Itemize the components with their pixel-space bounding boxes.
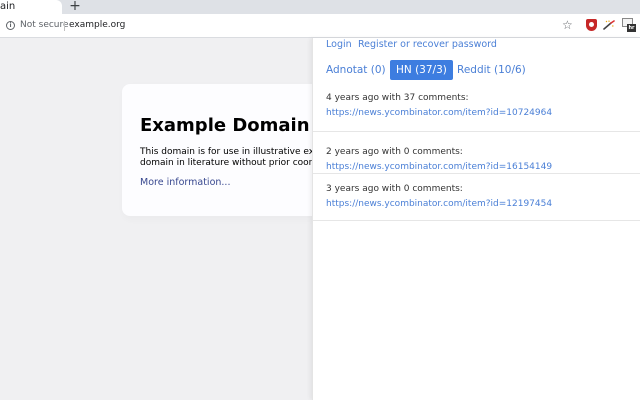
item-meta: 2 years ago with 0 comments: [326, 147, 463, 157]
bookmark-star-icon[interactable]: ☆ [562, 18, 573, 32]
item-link[interactable]: https://news.ycombinator.com/item?id=121… [326, 199, 552, 209]
omnibox-divider [64, 21, 65, 31]
wand-extension-icon[interactable] [603, 19, 615, 31]
tab-strip: ain + [0, 0, 640, 14]
tab-reddit[interactable]: Reddit (10/6) [451, 60, 532, 80]
register-link[interactable]: Register or recover password [358, 39, 497, 50]
page-title: Example Domain [140, 115, 310, 136]
discussion-panel: Login Register or recover password Adnot… [312, 38, 640, 400]
address-bar[interactable]: example.org [69, 20, 125, 30]
item-meta: 4 years ago with 37 comments: [326, 93, 469, 103]
hn-extension-icon[interactable]: hr [622, 18, 636, 32]
shield-extension-icon[interactable] [586, 19, 597, 31]
tab-hn[interactable]: HN (37/3) [390, 60, 453, 80]
list-item: 3 years ago with 0 comments: https://new… [313, 174, 640, 221]
login-link[interactable]: Login [326, 39, 352, 50]
item-link[interactable]: https://news.ycombinator.com/item?id=161… [326, 162, 552, 172]
list-item: 4 years ago with 37 comments: https://ne… [313, 90, 640, 132]
info-icon[interactable]: i [6, 21, 15, 30]
browser-toolbar: i Not secure example.org ☆ hr [0, 14, 640, 38]
tab-adnotat[interactable]: Adnotat (0) [320, 60, 392, 80]
item-meta: 3 years ago with 0 comments: [326, 184, 463, 194]
browser-tab[interactable]: ain [0, 0, 62, 14]
extension-badge: hr [627, 24, 636, 32]
tab-title: ain [0, 1, 16, 12]
item-link[interactable]: https://news.ycombinator.com/item?id=107… [326, 108, 552, 118]
list-item: 2 years ago with 0 comments: https://new… [313, 132, 640, 174]
more-information-link[interactable]: More information... [140, 177, 230, 188]
security-status[interactable]: Not secure [20, 20, 69, 30]
new-tab-button[interactable]: + [68, 0, 82, 13]
